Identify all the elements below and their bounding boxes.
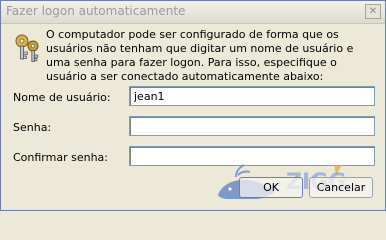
window-title: Fazer logon automaticamente [6,4,186,18]
username-input[interactable] [129,86,375,106]
password-label: Senha: [13,121,52,134]
close-button[interactable]: ✕ [365,4,381,19]
confirm-password-label: Confirmar senha: [13,151,109,164]
password-input[interactable] [129,116,375,136]
description-text: O computador pode ser configurado de for… [46,28,354,83]
cancel-button[interactable]: Cancelar [309,177,373,198]
title-bar[interactable]: Fazer logon automaticamente ✕ [1,1,385,24]
close-icon: ✕ [368,6,378,17]
keys-icon [15,34,39,62]
ok-button[interactable]: OK [239,177,303,198]
username-label: Nome de usuário: [13,91,111,104]
auto-logon-dialog: Fazer logon automaticamente ✕ O computad… [0,0,386,211]
